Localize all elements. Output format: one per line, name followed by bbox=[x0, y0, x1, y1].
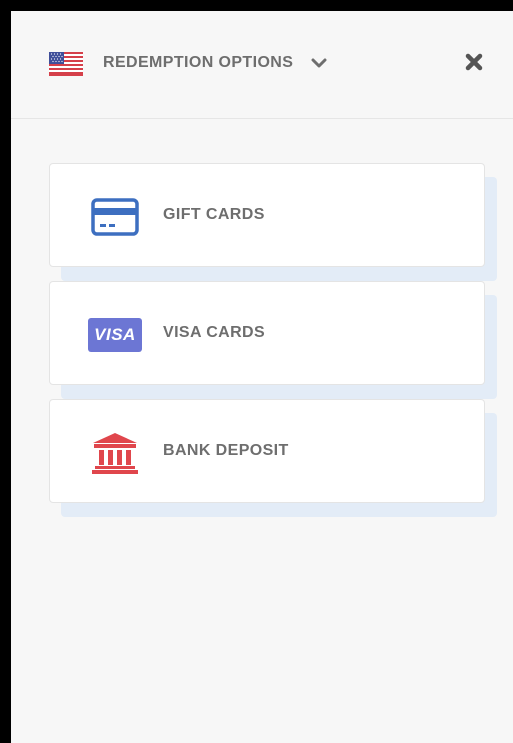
redemption-options-dropdown[interactable]: REDEMPTION OPTIONS bbox=[103, 51, 327, 75]
option-visa-cards-wrapper: VISA VISA CARDS bbox=[49, 281, 497, 401]
visa-icon: VISA bbox=[88, 315, 142, 355]
us-flag-icon bbox=[49, 52, 83, 76]
bank-icon bbox=[88, 433, 142, 474]
redemption-panel: REDEMPTION OPTIONS GIFT CARDS VISA VISA … bbox=[11, 11, 513, 743]
panel-header: REDEMPTION OPTIONS bbox=[11, 11, 513, 119]
option-label: GIFT CARDS bbox=[163, 206, 265, 223]
chevron-down-icon bbox=[311, 58, 327, 68]
option-gift-cards-wrapper: GIFT CARDS bbox=[49, 163, 497, 283]
panel-title: REDEMPTION OPTIONS bbox=[103, 54, 294, 71]
option-bank-deposit[interactable]: BANK DEPOSIT bbox=[49, 399, 485, 503]
close-icon[interactable] bbox=[464, 52, 484, 72]
option-gift-cards[interactable]: GIFT CARDS bbox=[49, 163, 485, 267]
option-label: BANK DEPOSIT bbox=[163, 442, 289, 459]
option-bank-deposit-wrapper: BANK DEPOSIT bbox=[49, 399, 497, 519]
credit-card-icon bbox=[88, 197, 142, 237]
option-label: VISA CARDS bbox=[163, 324, 266, 341]
option-visa-cards[interactable]: VISA VISA CARDS bbox=[49, 281, 485, 385]
visa-badge: VISA bbox=[88, 318, 142, 352]
